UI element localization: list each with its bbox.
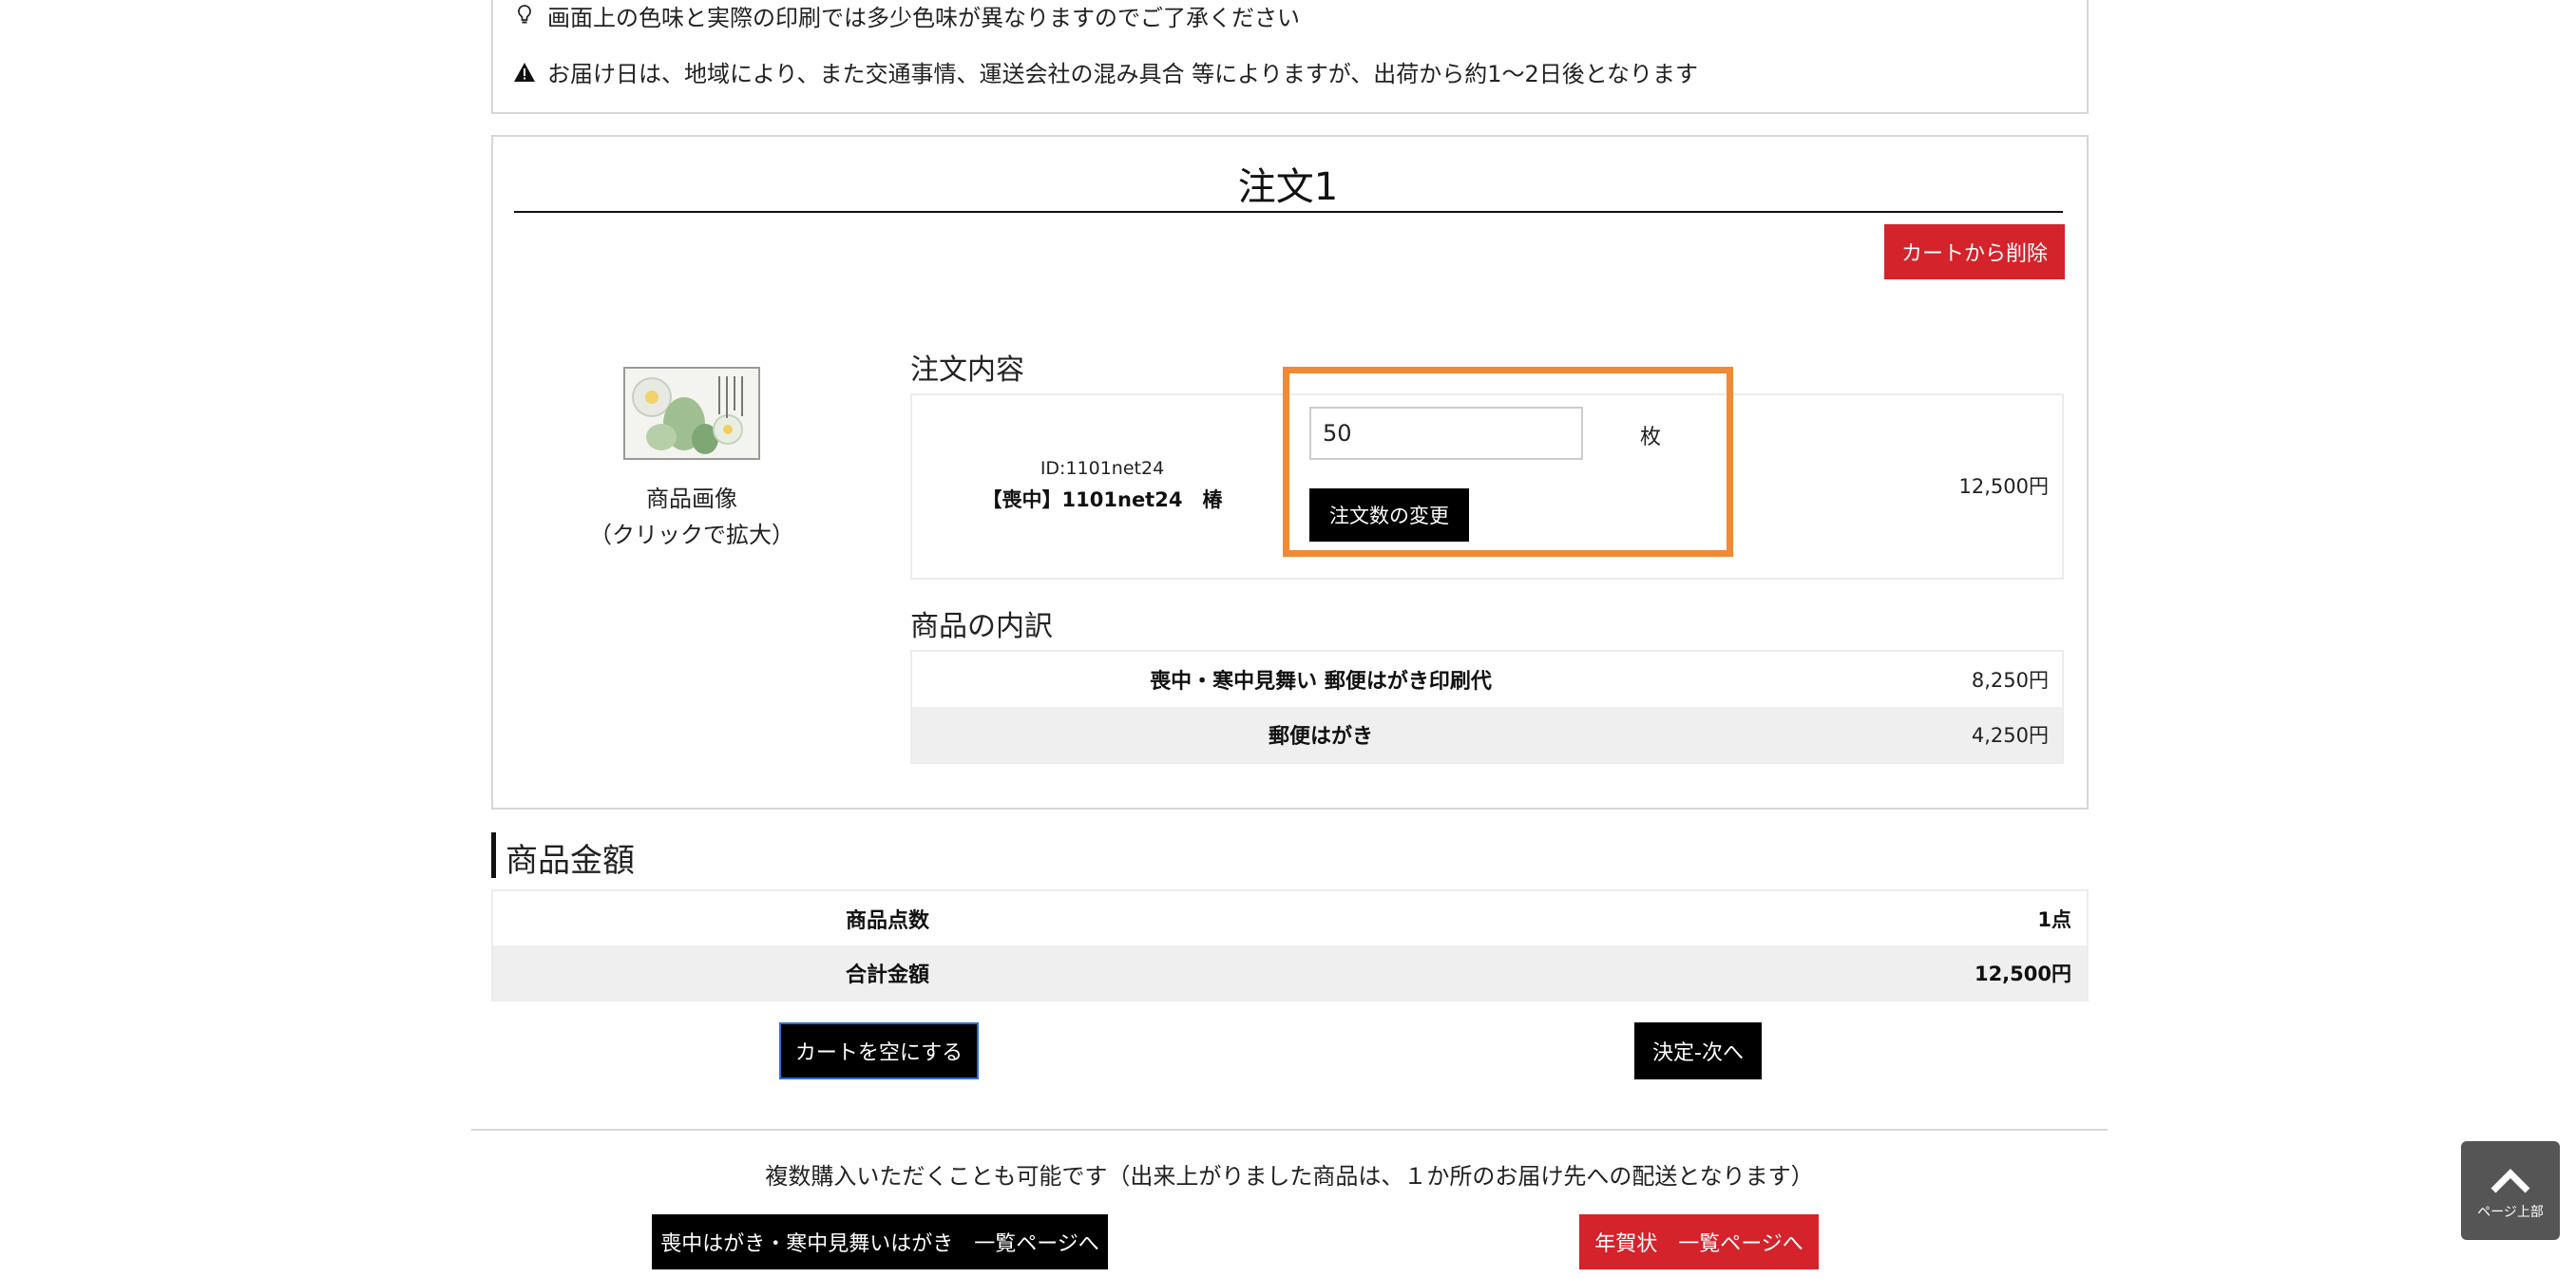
summary-heading: 商品金額: [506, 842, 635, 880]
delivery-notice-text: お届け日は、地域により、また交通事情、運送会社の混み具合 等によりますが、出荷か…: [547, 61, 1699, 87]
page-top-label: ページ上部: [2477, 1205, 2544, 1220]
newyear-list-button[interactable]: 年賀状 一覧ページへ: [1579, 1214, 1819, 1269]
product-id: ID:1101net24: [1040, 458, 1165, 479]
quantity-input[interactable]: [1309, 407, 1583, 460]
delivery-notice: お届け日は、地域により、また交通事情、運送会社の混み具合 等によりますが、出荷か…: [511, 55, 1698, 88]
summary-heading-bar: [491, 832, 496, 878]
quantity-unit: 枚: [1640, 426, 1662, 449]
product-image-label-line1: 商品画像: [646, 486, 737, 512]
breakdown-item-name: 郵便はがき: [1268, 725, 1373, 749]
multi-purchase-note: 複数購入いただくことも可能です（出来上がりました商品は、１か所のお届け先への配送…: [765, 1163, 1814, 1190]
order-contents-heading: 注文内容: [910, 353, 1024, 387]
product-image-label: 商品画像 （クリックで拡大）: [570, 481, 813, 553]
product-image-label-line2: （クリックで拡大）: [589, 522, 794, 548]
order-title: 注文1: [1237, 165, 1339, 209]
footer-divider: [471, 1129, 2108, 1131]
summary-label: 合計金額: [845, 963, 929, 987]
product-name: 【喪中】1101net24 椿: [982, 488, 1223, 511]
empty-cart-button[interactable]: カートを空にする: [779, 1022, 979, 1079]
summary-value: 1点: [2037, 907, 2071, 931]
proceed-next-button[interactable]: 決定-次へ: [1634, 1022, 1762, 1079]
mourning-list-button[interactable]: 喪中はがき・寒中見舞いはがき 一覧ページへ: [652, 1214, 1108, 1269]
breakdown-row: 郵便はがき 4,250円: [912, 707, 2062, 762]
color-notice: 画面上の色味と実際の印刷では多少色味が異なりますのでご了承ください: [511, 0, 1300, 31]
breakdown-heading: 商品の内訳: [910, 610, 1053, 643]
warning-icon: [511, 62, 538, 83]
lightbulb-icon: [511, 4, 538, 27]
chevron-up-icon: [2490, 1166, 2531, 1198]
product-thumbnail[interactable]: [623, 367, 760, 460]
color-notice-text: 画面上の色味と実際の印刷では多少色味が異なりますのでご了承ください: [547, 4, 1300, 31]
change-quantity-button[interactable]: 注文数の変更: [1309, 488, 1469, 542]
summary-row: 商品点数 1点: [493, 891, 2087, 945]
page-top-button[interactable]: ページ上部: [2461, 1141, 2560, 1240]
remove-from-cart-button[interactable]: カートから削除: [1884, 224, 2065, 279]
summary-row: 合計金額 12,500円: [493, 945, 2087, 1000]
order-title-underline: [514, 211, 2063, 213]
breakdown-item-price: 8,250円: [1971, 669, 2049, 692]
line-price: 12,500円: [1958, 475, 2049, 498]
breakdown-row: 喪中・寒中見舞い 郵便はがき印刷代 8,250円: [912, 652, 2062, 707]
summary-label: 商品点数: [845, 908, 929, 933]
summary-value: 12,500円: [1974, 962, 2071, 985]
breakdown-item-name: 喪中・寒中見舞い 郵便はがき印刷代: [1150, 670, 1492, 694]
camellia-card-image: [625, 369, 758, 458]
breakdown-item-price: 4,250円: [1971, 724, 2049, 747]
